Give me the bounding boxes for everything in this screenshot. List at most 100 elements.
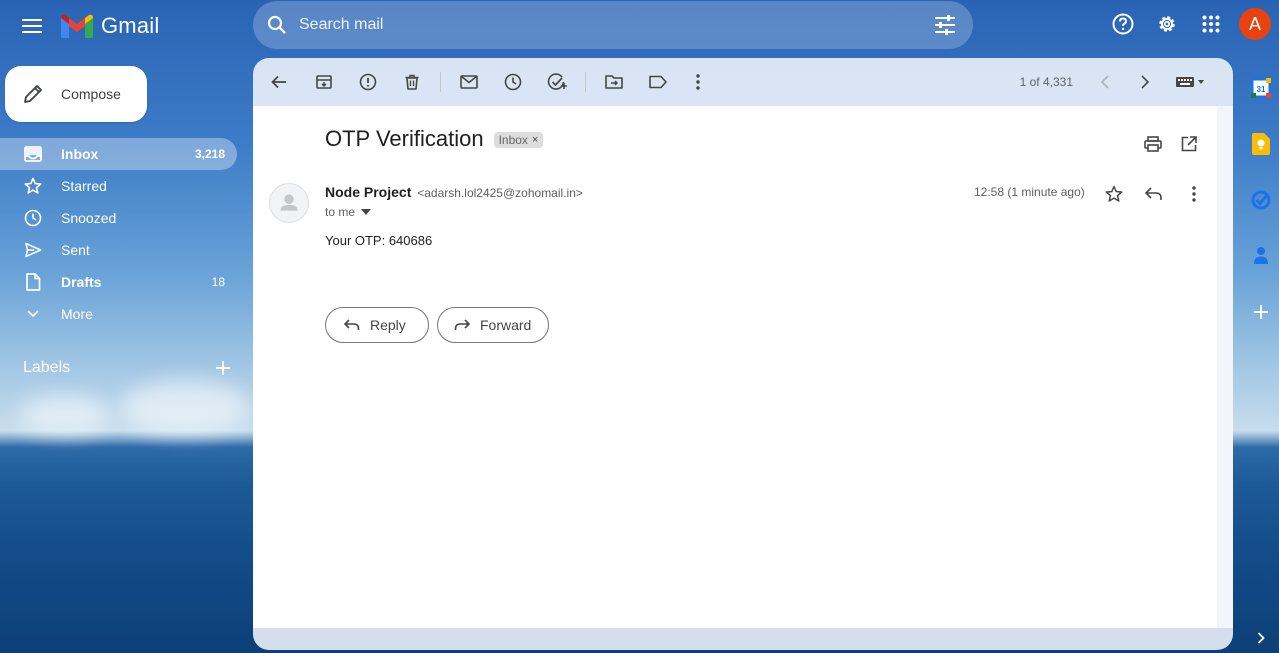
send-icon <box>22 240 44 260</box>
message-actions <box>1094 174 1214 214</box>
sidebar-nav: Inbox 3,218 Starred Snoozed Sent Drafts … <box>0 138 237 330</box>
star-icon <box>1105 185 1123 202</box>
forward-label: Forward <box>480 317 532 333</box>
main-menu-button[interactable] <box>10 4 54 48</box>
more-vert-icon <box>696 74 700 90</box>
background-cloud <box>20 395 110 435</box>
search-icon <box>267 15 286 34</box>
apps-grid-icon <box>1202 15 1220 33</box>
search-button[interactable] <box>255 3 299 47</box>
star-button[interactable] <box>1094 174 1134 214</box>
archive-button[interactable] <box>304 62 344 102</box>
open-new-window-button[interactable] <box>1173 128 1205 160</box>
sidebar-item-starred[interactable]: Starred <box>0 170 237 202</box>
top-right-actions: A <box>1101 2 1279 46</box>
sidebar-item-inbox[interactable]: Inbox 3,218 <box>0 138 237 170</box>
reply-button[interactable]: Reply <box>325 307 429 343</box>
clock-icon <box>22 208 44 228</box>
get-addons-button[interactable] <box>1243 294 1279 330</box>
calendar-icon: 31 <box>1251 78 1271 98</box>
google-apps-button[interactable] <box>1189 2 1233 46</box>
recipient-details-toggle[interactable]: to me <box>325 205 372 219</box>
sender-name[interactable]: Node Project <box>325 184 411 200</box>
contacts-icon <box>1254 247 1268 264</box>
gmail-m-icon <box>61 14 93 38</box>
delete-button[interactable] <box>392 62 432 102</box>
back-button[interactable] <box>259 62 299 102</box>
sidebar-item-label: Drafts <box>61 274 102 290</box>
folder-move-icon <box>605 75 623 89</box>
chevron-left-icon <box>1100 75 1109 89</box>
sidebar-item-more[interactable]: More <box>0 298 237 330</box>
sidebar-item-label: Snoozed <box>61 210 117 226</box>
recipient-text: to me <box>325 205 356 219</box>
draft-icon <box>22 272 44 292</box>
reply-icon-button[interactable] <box>1134 174 1174 214</box>
search-options-button[interactable] <box>923 3 967 47</box>
settings-button[interactable] <box>1145 2 1189 46</box>
person-icon <box>280 194 298 211</box>
background-cloud <box>120 380 250 435</box>
gmail-logo[interactable]: Gmail <box>61 13 159 39</box>
message-body: Your OTP: 640686 <box>325 233 433 248</box>
print-all-button[interactable] <box>1137 128 1169 160</box>
label-chip-text: Inbox <box>498 133 528 147</box>
snooze-button[interactable] <box>493 62 533 102</box>
pager-count: 1 of 4,331 <box>1019 75 1073 89</box>
hamburger-icon <box>22 19 42 33</box>
keep-app-button[interactable] <box>1243 126 1279 162</box>
reply-icon <box>1145 187 1162 200</box>
side-panel-apps: 31 <box>1243 70 1279 350</box>
caret-down-icon <box>361 209 372 215</box>
labels-button[interactable] <box>638 62 678 102</box>
sender-line: Node Project <adarsh.lol2425@zohomail.in… <box>325 184 583 200</box>
sidebar-item-sent[interactable]: Sent <box>0 234 237 266</box>
labels-section-header: Labels <box>23 356 235 380</box>
tasks-app-button[interactable] <box>1243 182 1279 218</box>
sidebar-item-drafts[interactable]: Drafts 18 <box>0 266 237 298</box>
report-spam-button[interactable] <box>348 62 388 102</box>
pagination: 1 of 4,331 <box>1020 62 1217 102</box>
compose-label: Compose <box>61 86 121 102</box>
search-bar[interactable] <box>253 1 973 49</box>
forward-icon <box>454 319 470 331</box>
older-button[interactable] <box>1125 62 1165 102</box>
sidebar-item-label: Inbox <box>61 146 99 162</box>
sender-avatar[interactable] <box>269 183 309 223</box>
forward-button[interactable]: Forward <box>437 307 549 343</box>
reply-icon <box>344 319 360 331</box>
subject-actions <box>1137 128 1205 160</box>
compose-button[interactable]: Compose <box>5 66 147 122</box>
mark-unread-button[interactable] <box>449 62 489 102</box>
star-icon <box>22 176 44 196</box>
sidebar-item-label: More <box>61 306 93 322</box>
show-side-panel-button[interactable] <box>1249 626 1273 650</box>
sidebar-item-count: 18 <box>211 275 225 289</box>
clock-icon <box>504 73 522 91</box>
sidebar-item-snoozed[interactable]: Snoozed <box>0 202 237 234</box>
remove-label-button[interactable]: × <box>532 134 538 146</box>
chevron-right-icon <box>1257 632 1265 644</box>
support-button[interactable] <box>1101 2 1145 46</box>
create-label-button[interactable] <box>211 356 235 380</box>
newer-button[interactable] <box>1085 62 1125 102</box>
label-icon <box>649 75 667 89</box>
label-chip-inbox[interactable]: Inbox × <box>493 132 544 148</box>
contacts-app-button[interactable] <box>1243 238 1279 274</box>
scrollbar-track[interactable] <box>1217 106 1233 628</box>
account-avatar[interactable]: A <box>1239 8 1271 40</box>
calendar-app-button[interactable]: 31 <box>1243 70 1279 106</box>
move-to-button[interactable] <box>594 62 634 102</box>
add-to-tasks-button[interactable] <box>537 62 577 102</box>
calendar-day: 31 <box>1257 85 1266 94</box>
more-options-button[interactable] <box>678 62 718 102</box>
add-task-icon <box>547 73 567 90</box>
message-more-button[interactable] <box>1174 174 1214 214</box>
message-subject: OTP Verification <box>325 126 484 151</box>
subject-line: OTP Verification Inbox × <box>325 126 544 152</box>
input-tools-button[interactable] <box>1165 62 1217 102</box>
search-input[interactable] <box>299 16 923 34</box>
plus-icon <box>216 361 230 375</box>
message-time: 12:58 (1 minute ago) <box>974 185 1085 199</box>
reply-label: Reply <box>370 317 406 333</box>
